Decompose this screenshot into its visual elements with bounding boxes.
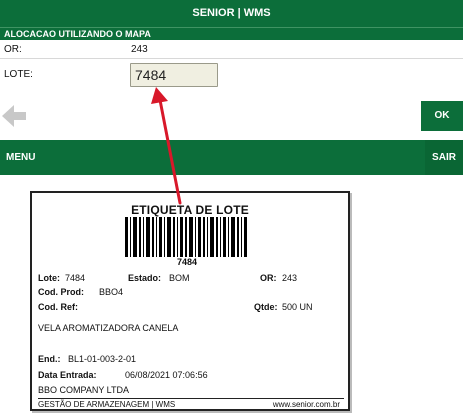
section-title-bar: ALOCACAO UTILIZANDO O MAPA bbox=[0, 27, 463, 40]
barcode-image bbox=[125, 217, 247, 257]
barcode-number: 7484 bbox=[176, 257, 198, 267]
label-qtde-label: Qtde: bbox=[254, 302, 278, 312]
label-cod-prod-label: Cod. Prod: bbox=[38, 287, 84, 297]
bottom-bar: MENU SAIR bbox=[0, 140, 463, 175]
label-qtde-value: 500 UN bbox=[282, 302, 313, 312]
section-title: ALOCACAO UTILIZANDO O MAPA bbox=[4, 29, 151, 39]
or-value: 243 bbox=[131, 44, 148, 55]
sair-button[interactable]: SAIR bbox=[425, 140, 463, 175]
lote-label: LOTE: bbox=[4, 69, 33, 80]
label-lote-label: Lote: bbox=[38, 273, 60, 283]
app-header: SENIOR | WMS bbox=[0, 0, 463, 27]
menu-button[interactable]: MENU bbox=[0, 140, 42, 175]
label-cod-ref-label: Cod. Ref: bbox=[38, 302, 78, 312]
label-estado-label: Estado: bbox=[128, 273, 162, 283]
arrow-left-icon[interactable] bbox=[0, 101, 28, 131]
label-end-label: End.: bbox=[38, 354, 61, 364]
label-estado-value: BOM bbox=[169, 273, 190, 283]
divider bbox=[0, 58, 463, 59]
label-footer-right: www.senior.com.br bbox=[272, 400, 340, 409]
or-label: OR: bbox=[4, 44, 22, 55]
label-data-entrada-label: Data Entrada: bbox=[38, 370, 97, 380]
app-title: SENIOR | WMS bbox=[192, 7, 271, 19]
label-title: ETIQUETA DE LOTE bbox=[131, 203, 249, 217]
label-footer-left: GESTÃO DE ARMAZENAGEM | WMS bbox=[38, 400, 176, 409]
label-end-value: BL1-01-003-2-01 bbox=[68, 354, 137, 364]
ok-button[interactable]: OK bbox=[421, 101, 463, 131]
label-or-label: OR: bbox=[260, 273, 277, 283]
label-or-value: 243 bbox=[282, 273, 298, 283]
label-description: VELA AROMATIZADORA CANELA bbox=[38, 323, 179, 333]
label-footer-divider bbox=[38, 398, 344, 399]
label-company: BBO COMPANY LTDA bbox=[38, 385, 130, 395]
lote-input[interactable]: 7484 bbox=[130, 63, 218, 87]
label-lote-value: 7484 bbox=[65, 273, 86, 283]
lot-label-card: ETIQUETA DE LOTE 7484 Lote: 7484 Estado:… bbox=[30, 191, 350, 411]
label-data-entrada-value: 06/08/2021 07:06:56 bbox=[125, 370, 208, 380]
label-cod-prod-value: BBO4 bbox=[99, 287, 124, 297]
